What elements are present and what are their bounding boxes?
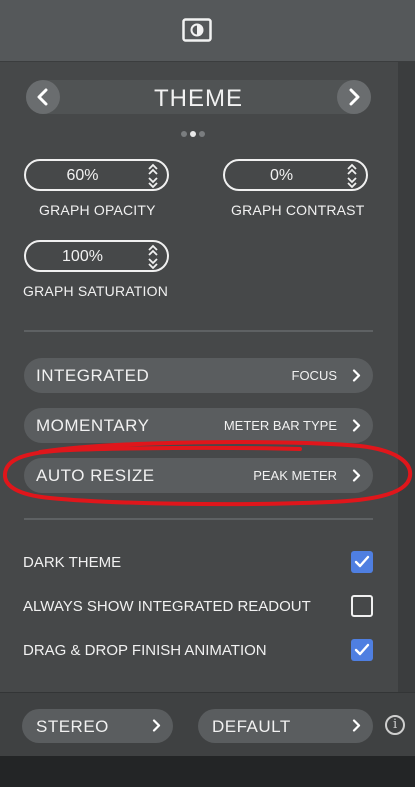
checkbox-dark-theme[interactable]: DARK THEME (23, 551, 373, 575)
page-indicator (181, 124, 208, 142)
checkbox-unchecked[interactable] (351, 595, 373, 617)
page-dot[interactable] (181, 131, 187, 137)
graph-contrast-label: GRAPH CONTRAST (231, 202, 365, 218)
chevron-right-icon (349, 88, 360, 106)
page-dot[interactable] (199, 131, 205, 137)
button-label: DEFAULT (212, 717, 291, 736)
checkbox-integrated-readout[interactable]: ALWAYS SHOW INTEGRATED READOUT (23, 595, 373, 619)
chevron-right-icon (352, 419, 361, 432)
footer (0, 756, 415, 787)
graph-saturation-stepper[interactable]: 100% (24, 240, 169, 272)
graph-contrast-stepper[interactable]: 0% (223, 159, 368, 191)
checkbox-label: ALWAYS SHOW INTEGRATED READOUT (23, 598, 311, 615)
row-momentary[interactable]: MOMENTARY METER BAR TYPE (24, 408, 373, 443)
stepper-arrows-icon[interactable] (346, 163, 358, 189)
row-value: METER BAR TYPE (223, 418, 337, 433)
graph-opacity-stepper[interactable]: 60% (24, 159, 169, 191)
chevron-right-icon (352, 369, 361, 382)
stereo-button[interactable]: STEREO (22, 709, 173, 743)
row-label: MOMENTARY (36, 416, 150, 435)
bottom-bar: STEREO DEFAULT i (0, 692, 415, 757)
page-title: THEME (154, 85, 243, 112)
checkbox-label: DRAG & DROP FINISH ANIMATION (23, 642, 267, 659)
stepper-arrows-icon[interactable] (147, 244, 159, 270)
checkmark-icon (354, 643, 370, 656)
top-bar (0, 0, 415, 62)
checkbox-drag-drop-animation[interactable]: DRAG & DROP FINISH ANIMATION (23, 639, 373, 663)
divider (24, 330, 373, 332)
theme-navigator: THEME (26, 80, 371, 114)
next-page-button[interactable] (337, 80, 371, 114)
stepper-value: 100% (62, 248, 103, 265)
graph-opacity-label: GRAPH OPACITY (39, 202, 156, 218)
info-glyph: i (393, 717, 398, 732)
row-label: INTEGRATED (36, 366, 150, 385)
checkbox-checked[interactable] (351, 551, 373, 573)
chevron-right-icon (152, 719, 161, 732)
graph-saturation-label: GRAPH SATURATION (23, 283, 169, 299)
divider (24, 518, 373, 520)
chevron-right-icon (352, 719, 361, 732)
default-button[interactable]: DEFAULT (198, 709, 373, 743)
button-label: STEREO (36, 717, 109, 736)
stepper-arrows-icon[interactable] (147, 163, 159, 189)
panel-edge (398, 61, 415, 701)
page-dot-active[interactable] (190, 131, 196, 137)
info-icon[interactable]: i (385, 715, 405, 735)
checkmark-icon (354, 555, 370, 568)
stepper-value: 60% (66, 167, 99, 184)
annotation-ellipse (3, 440, 413, 507)
row-value: FOCUS (291, 368, 338, 383)
row-integrated[interactable]: INTEGRATED FOCUS (24, 358, 373, 393)
brightness-contrast-icon[interactable] (182, 18, 212, 42)
checkbox-label: DARK THEME (23, 554, 122, 571)
checkbox-checked[interactable] (351, 639, 373, 661)
stepper-value: 0% (269, 167, 294, 184)
